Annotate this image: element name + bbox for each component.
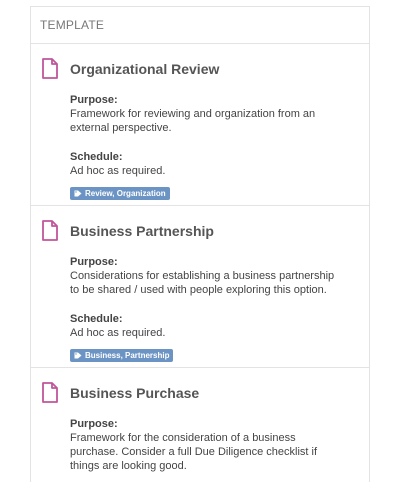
purpose-text: Framework for the consideration of a bus…: [70, 431, 357, 473]
template-title[interactable]: Organizational Review: [70, 60, 357, 78]
tag-badge[interactable]: Review, Organization: [70, 187, 170, 200]
template-title[interactable]: Business Partnership: [70, 222, 357, 240]
purpose-line: Framework for reviewing and organization…: [70, 108, 316, 120]
schedule-text: Ad hoc as required.: [70, 327, 166, 339]
purpose-line: purchase. Consider a full Due Diligence …: [70, 446, 318, 458]
purpose-label: Purpose:: [70, 94, 118, 106]
purpose-text: Framework for reviewing and organization…: [70, 107, 357, 135]
purpose-text: Considerations for establishing a busine…: [70, 269, 357, 297]
tag-icon: [74, 190, 82, 197]
schedule-label: Schedule:: [70, 313, 123, 325]
document-icon: [42, 220, 58, 241]
purpose-label: Purpose:: [70, 418, 118, 430]
panel-header: TEMPLATE: [31, 7, 369, 44]
document-icon: [42, 58, 58, 79]
purpose-line: things are looking good.: [70, 460, 187, 472]
purpose-label: Purpose:: [70, 256, 118, 268]
tag-label: Review, Organization: [85, 189, 166, 198]
tag-icon: [74, 352, 82, 359]
schedule-label: Schedule:: [70, 151, 123, 163]
purpose-line: external perspective.: [70, 122, 172, 134]
template-item[interactable]: Business Purchase Purpose: Framework for…: [31, 368, 369, 482]
template-item[interactable]: Business Partnership Purpose: Considerat…: [31, 206, 369, 368]
purpose-line: Framework for the consideration of a bus…: [70, 432, 296, 444]
tag-badge[interactable]: Business, Partnership: [70, 349, 174, 362]
document-icon: [42, 382, 58, 403]
tag-label: Business, Partnership: [85, 351, 170, 360]
purpose-line: Considerations for establishing a busine…: [70, 270, 335, 282]
schedule-text: Ad hoc as required.: [70, 165, 166, 177]
template-title[interactable]: Business Purchase: [70, 384, 357, 402]
purpose-line: to be shared / used with people explorin…: [70, 284, 327, 296]
template-item[interactable]: Organizational Review Purpose: Framework…: [31, 44, 369, 206]
template-panel: TEMPLATE Organizational Review Purpose: …: [30, 6, 370, 482]
